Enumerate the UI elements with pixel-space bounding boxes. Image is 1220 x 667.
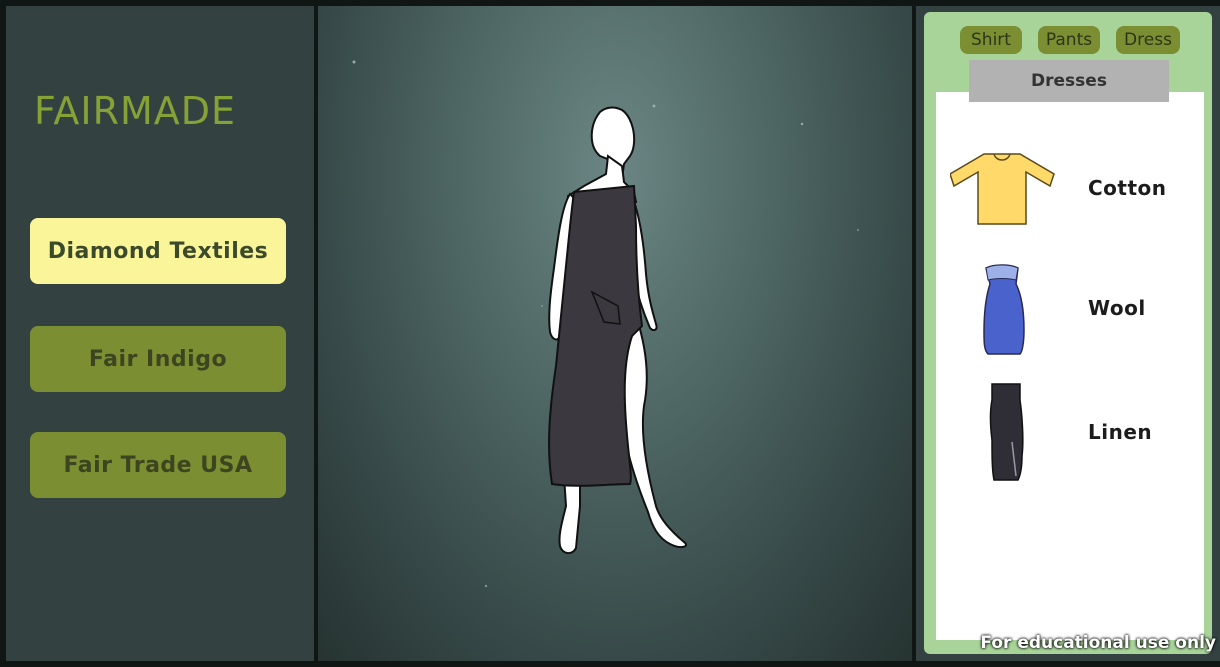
tab-shirt[interactable]: Shirt	[960, 26, 1022, 54]
tab-dress[interactable]: Dress	[1116, 26, 1180, 54]
brand-button-fair-indigo[interactable]: Fair Indigo	[30, 326, 286, 392]
mannequin-figure	[352, 60, 859, 588]
fabric-label-wool: Wool	[1088, 296, 1146, 320]
shirt-icon	[950, 153, 1055, 225]
fabric-item-wool[interactable]: Wool	[936, 256, 1204, 366]
brand-button-fair-trade-usa[interactable]: Fair Trade USA	[30, 432, 286, 498]
brand-button-diamond-textiles[interactable]: Diamond Textiles	[30, 218, 286, 284]
mannequin-right-leg	[618, 312, 688, 549]
category-title: Dresses	[969, 60, 1169, 102]
strapless-dress-icon	[983, 264, 1025, 355]
mannequin-left-foot	[558, 475, 581, 554]
fabric-item-cotton[interactable]: Cotton	[936, 134, 1204, 244]
educational-use-note: For educational use only	[980, 633, 1216, 653]
long-dress-icon	[989, 383, 1024, 481]
fairmade-logo: FAIRMADE	[34, 89, 237, 133]
fabric-label-linen: Linen	[1088, 420, 1153, 444]
model-stage	[318, 6, 912, 661]
app-window: FAIRMADE Diamond Textiles Fair Indigo Fa…	[0, 0, 1220, 667]
tab-pants[interactable]: Pants	[1038, 26, 1100, 54]
fabric-item-linen[interactable]: Linen	[936, 378, 1204, 488]
fabric-label-cotton: Cotton	[1088, 176, 1167, 200]
